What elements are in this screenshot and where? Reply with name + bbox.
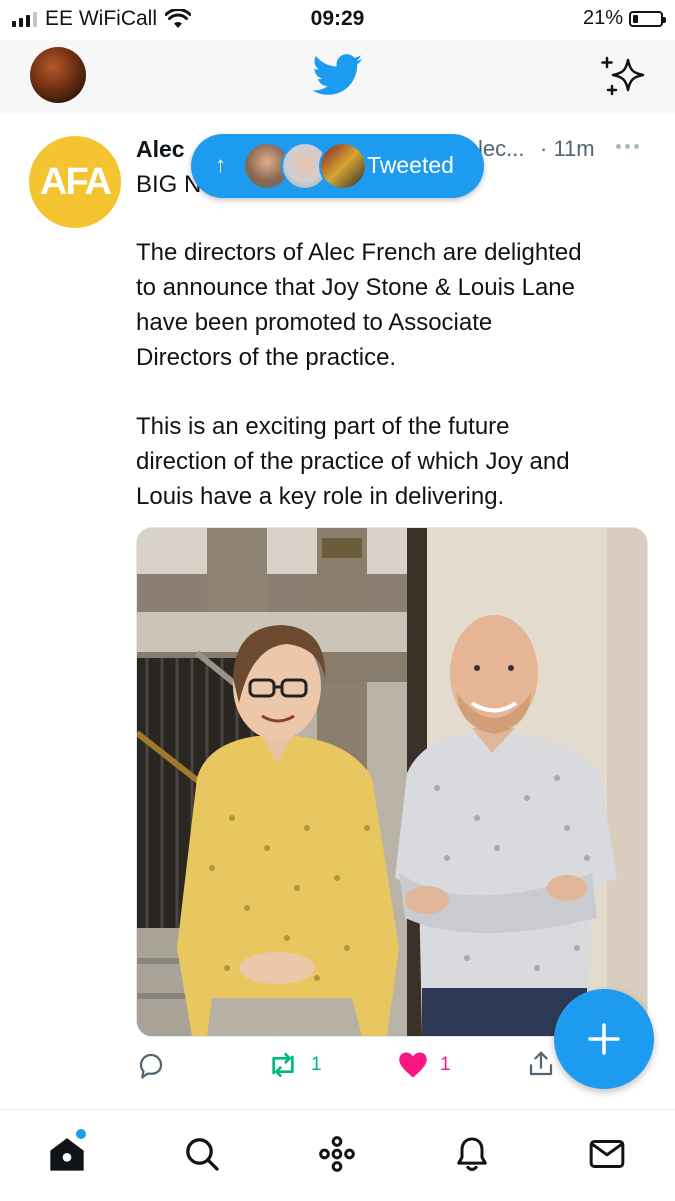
spaces-icon — [319, 1136, 355, 1172]
profile-avatar[interactable] — [30, 47, 86, 103]
tab-bar — [0, 1109, 675, 1201]
reply-icon — [139, 1053, 163, 1079]
pill-label: Tweeted — [367, 152, 454, 178]
pill-avatars — [243, 142, 367, 190]
tweet-photo[interactable] — [136, 527, 648, 1037]
tweet-line: have been promoted to Associate — [136, 309, 493, 336]
avatar-text: AFA — [40, 160, 112, 203]
tweet[interactable]: AFA Alec lec... · 11m BIG N The director… — [0, 114, 675, 1109]
tweeted-pill[interactable]: ↑ Tweeted — [191, 134, 484, 198]
tweet-line: This is an exciting part of the future — [136, 413, 510, 440]
like-button[interactable]: 1 — [398, 1051, 451, 1079]
search-icon — [186, 1138, 219, 1171]
tweet-line: Directors of the practice. — [136, 344, 397, 371]
tab-spaces[interactable] — [317, 1134, 357, 1179]
status-bar: EE WiFiCall 09:29 21% — [0, 0, 675, 40]
author-name[interactable]: Alec — [136, 136, 185, 163]
tweet-line: to announce that Joy Stone & Louis Lane — [136, 274, 575, 301]
more-options-icon[interactable] — [616, 144, 639, 149]
mail-icon — [589, 1140, 625, 1168]
twitter-bird-icon[interactable] — [313, 54, 363, 96]
retweet-count: 1 — [311, 1054, 322, 1075]
compose-tweet-button[interactable] — [554, 989, 654, 1089]
heart-icon — [399, 1052, 427, 1078]
like-count: 1 — [440, 1054, 451, 1075]
share-icon — [529, 1051, 553, 1076]
photo-image — [137, 528, 647, 1036]
status-time: 09:29 — [310, 7, 365, 30]
notification-dot — [76, 1129, 86, 1139]
battery-icon — [629, 10, 666, 27]
tab-notifications[interactable] — [452, 1134, 492, 1179]
battery-fill — [633, 14, 638, 23]
retweet-icon — [272, 1053, 294, 1077]
home-icon — [50, 1138, 84, 1171]
author-handle[interactable]: lec... — [478, 136, 524, 162]
pill-avatar — [319, 142, 367, 190]
tab-messages[interactable] — [587, 1134, 627, 1179]
author-avatar[interactable]: AFA — [29, 136, 121, 228]
arrow-up-icon: ↑ — [215, 152, 226, 177]
plus-icon — [588, 1023, 620, 1055]
tab-home[interactable] — [47, 1129, 87, 1179]
tweet-line: direction of the practice of which Joy a… — [136, 448, 570, 475]
tab-search[interactable] — [182, 1134, 222, 1179]
share-button[interactable] — [526, 1048, 556, 1080]
top-nav — [0, 40, 675, 114]
status-right: 21% — [582, 7, 666, 30]
reply-button[interactable] — [136, 1050, 166, 1080]
tweet-line: Louis have a key role in delivering. — [136, 483, 505, 510]
battery-percent: 21% — [582, 7, 623, 29]
sparkle-icon[interactable] — [600, 54, 648, 100]
tweet-line: The directors of Alec French are delight… — [136, 239, 582, 266]
tweet-time: · 11m — [540, 136, 595, 161]
retweet-button[interactable]: 1 — [267, 1051, 322, 1079]
bell-icon — [457, 1137, 487, 1171]
